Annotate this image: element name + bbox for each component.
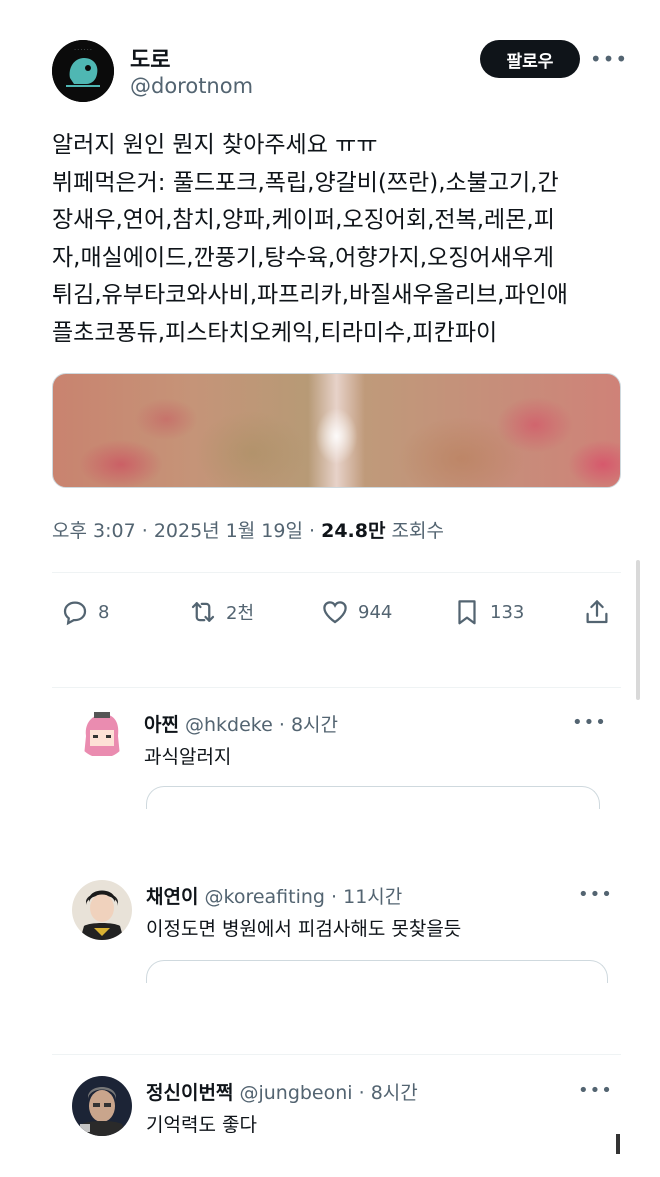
tweet-image[interactable] xyxy=(52,373,621,488)
reply-name[interactable]: 아찐 xyxy=(144,714,179,736)
reply-avatar[interactable] xyxy=(76,706,128,758)
reply-time[interactable]: 11시간 xyxy=(343,886,402,908)
views-count: 24.8만 xyxy=(321,520,386,542)
reply-text: 기억력도 좋다 xyxy=(146,1114,257,1136)
heart-icon xyxy=(323,601,347,624)
share-button[interactable] xyxy=(582,594,612,630)
divider xyxy=(52,687,621,688)
reply-button[interactable]: 8 xyxy=(60,594,109,630)
tweet-line: 튀김,유부타코와사비,파프리카,바질새우올리브,파인애 xyxy=(52,282,568,308)
tweet-line: 알러지 원인 뭔지 찾아주세요 ㅠㅠ xyxy=(52,132,378,158)
scroll-indicator xyxy=(616,1134,620,1154)
reply-avatar[interactable] xyxy=(72,1076,132,1136)
reply-icon xyxy=(63,601,87,626)
like-button[interactable]: 944 xyxy=(320,594,392,630)
display-name[interactable]: 도로 xyxy=(130,42,170,74)
reply-avatar[interactable] xyxy=(72,880,132,940)
quote-card[interactable] xyxy=(146,786,600,809)
reply-time[interactable]: 8시간 xyxy=(371,1082,418,1104)
divider xyxy=(52,572,621,573)
reply-count: 8 xyxy=(98,601,110,623)
views-label: 조회수 xyxy=(391,520,444,542)
quote-card[interactable] xyxy=(146,960,608,983)
retweet-count: 2천 xyxy=(226,603,255,624)
retweet-icon xyxy=(191,602,215,622)
tweet-text: 알러지 원인 뭔지 찾아주세요 ㅠㅠ 뷔페먹은거: 풀드포크,폭립,양갈비(쯔란… xyxy=(52,127,632,352)
more-icon[interactable]: ••• xyxy=(578,1080,612,1101)
more-icon[interactable]: ••• xyxy=(590,42,627,76)
reply-handle[interactable]: @jungbeoni xyxy=(239,1082,352,1104)
tweet-time[interactable]: 오후 3:07 xyxy=(52,520,136,542)
svg-text:· · · · · ·: · · · · · · xyxy=(74,47,92,53)
reply-handle[interactable]: @koreafiting xyxy=(205,886,325,908)
bookmark-button[interactable]: 133 xyxy=(452,594,524,630)
tweet-line: 장새우,연어,참치,양파,케이퍼,오징어회,전복,레몬,피 xyxy=(52,207,555,233)
handle[interactable]: @dorotnom xyxy=(130,74,253,98)
more-icon[interactable]: ••• xyxy=(572,712,606,733)
reply-header: 채연이 @koreafiting · 11시간 xyxy=(146,886,403,908)
tweet-line: 뷔페먹은거: 풀드포크,폭립,양갈비(쯔란),소불고기,간 xyxy=(52,169,559,196)
tweet-date[interactable]: 2025년 1월 19일 xyxy=(154,520,303,542)
more-icon[interactable]: ••• xyxy=(578,884,612,905)
retweet-button[interactable]: 2천 xyxy=(188,594,254,630)
reply-name[interactable]: 채연이 xyxy=(146,886,198,908)
reply-header: 정신이번쩍 @jungbeoni · 8시간 xyxy=(146,1082,418,1104)
reply-text: 과식알러지 xyxy=(144,746,232,768)
tweet-line: 자,매실에이드,깐풍기,탕수육,어향가지,오징어새우게 xyxy=(52,244,555,271)
bookmark-count: 133 xyxy=(490,601,525,623)
bookmark-icon xyxy=(458,600,476,625)
reply-name[interactable]: 정신이번쩍 xyxy=(146,1082,233,1104)
scrollbar[interactable] xyxy=(636,560,640,700)
author-avatar[interactable]: · · · · · · xyxy=(52,40,114,102)
like-count: 944 xyxy=(358,601,393,623)
follow-button[interactable]: 팔로우 xyxy=(480,40,580,78)
tweet-meta: 오후 3:07 · 2025년 1월 19일 · 24.8만 조회수 xyxy=(52,520,444,542)
reply-handle[interactable]: @hkdeke xyxy=(185,714,273,736)
share-icon xyxy=(586,600,608,624)
reply-header: 아찐 @hkdeke · 8시간 xyxy=(144,714,339,736)
divider xyxy=(52,1054,621,1055)
reply-text: 이정도면 병원에서 피검사해도 못찾을듯 xyxy=(146,918,462,940)
reply-time[interactable]: 8시간 xyxy=(291,714,338,736)
tweet-line: 플초코퐁듀,피스타치오케익,티라미수,피칸파이 xyxy=(52,319,498,346)
